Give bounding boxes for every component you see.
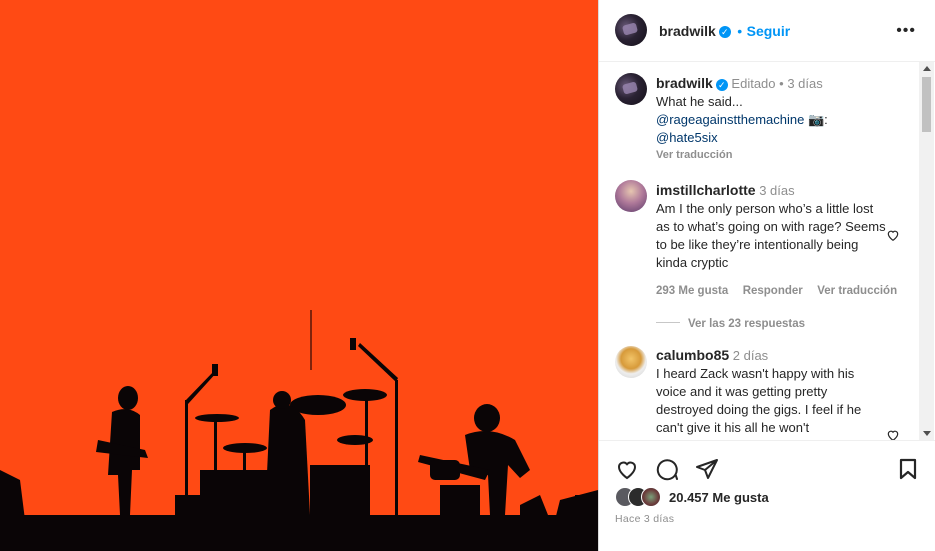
heart-icon[interactable] bbox=[615, 457, 639, 481]
action-bar: 20.457 Me gusta Hace 3 días bbox=[599, 440, 935, 551]
concert-silhouette bbox=[0, 310, 598, 551]
verified-icon: ✓ bbox=[718, 25, 731, 38]
scroll-down-arrow[interactable] bbox=[923, 431, 931, 436]
dot-separator: • bbox=[737, 23, 743, 39]
comment-time[interactable]: 3 días bbox=[759, 183, 794, 198]
verified-icon: ✓ bbox=[715, 78, 728, 91]
translate-link[interactable]: Ver traducción bbox=[817, 285, 897, 297]
mention-link[interactable]: @rageagainstthemachine bbox=[656, 112, 804, 127]
comment-likes[interactable]: 293 Me gusta bbox=[656, 285, 728, 297]
avatar[interactable] bbox=[615, 73, 647, 105]
liker-avatars[interactable] bbox=[615, 487, 667, 507]
dot-separator: • bbox=[779, 76, 784, 91]
scroll-thumb[interactable] bbox=[922, 77, 931, 132]
post-photo[interactable] bbox=[0, 0, 598, 551]
comment-icon[interactable] bbox=[655, 457, 679, 481]
caption-line: What he said... bbox=[656, 94, 743, 109]
comment-text: I heard Zack wasn't happy with his voice… bbox=[656, 366, 862, 435]
bookmark-icon[interactable] bbox=[896, 457, 920, 481]
view-replies-link[interactable]: Ver las 23 respuestas bbox=[688, 318, 805, 330]
post-header: bradwilk ✓ • Seguir ••• bbox=[599, 0, 935, 62]
comment: calumbo85 2 días I heard Zack wasn't hap… bbox=[656, 346, 881, 437]
avatar bbox=[641, 487, 661, 507]
camera-emoji: 📷: bbox=[807, 112, 828, 127]
comment-text: Am I the only person who’s a little lost… bbox=[656, 201, 886, 270]
scrollbar[interactable] bbox=[919, 62, 934, 440]
mention-link[interactable]: @hate5six bbox=[656, 130, 718, 145]
comment-username[interactable]: calumbo85 bbox=[656, 347, 729, 363]
post-time[interactable]: Hace 3 días bbox=[615, 513, 674, 525]
heart-icon[interactable] bbox=[886, 428, 900, 440]
likes-count[interactable]: 20.457 Me gusta bbox=[669, 490, 769, 505]
translate-link[interactable]: Ver traducción bbox=[656, 149, 906, 161]
caption-username[interactable]: bradwilk bbox=[656, 75, 713, 91]
caption: bradwilk ✓ Editado • 3 días What he said.… bbox=[656, 74, 906, 161]
avatar[interactable] bbox=[615, 346, 647, 378]
post-panel: bradwilk ✓ • Seguir ••• bradwilk ✓ Editado… bbox=[598, 0, 935, 551]
more-icon[interactable]: ••• bbox=[896, 22, 916, 40]
scroll-up-arrow[interactable] bbox=[923, 66, 931, 71]
edited-label: Editado bbox=[731, 76, 776, 91]
comments-scroll[interactable]: bradwilk ✓ Editado • 3 días What he said.… bbox=[599, 62, 935, 440]
divider bbox=[656, 322, 680, 324]
avatar[interactable] bbox=[615, 180, 647, 212]
comment-username[interactable]: imstillcharlotte bbox=[656, 182, 756, 198]
reply-button[interactable]: Responder bbox=[743, 285, 803, 297]
avatar[interactable] bbox=[615, 14, 647, 46]
share-icon[interactable] bbox=[695, 457, 719, 481]
comment: imstillcharlotte 3 días Am I the only pe… bbox=[656, 181, 897, 332]
caption-time[interactable]: 3 días bbox=[787, 76, 822, 91]
heart-icon[interactable] bbox=[886, 228, 900, 242]
comment-time[interactable]: 2 días bbox=[733, 348, 768, 363]
follow-button[interactable]: Seguir bbox=[747, 23, 791, 39]
author-username[interactable]: bradwilk bbox=[659, 23, 716, 39]
